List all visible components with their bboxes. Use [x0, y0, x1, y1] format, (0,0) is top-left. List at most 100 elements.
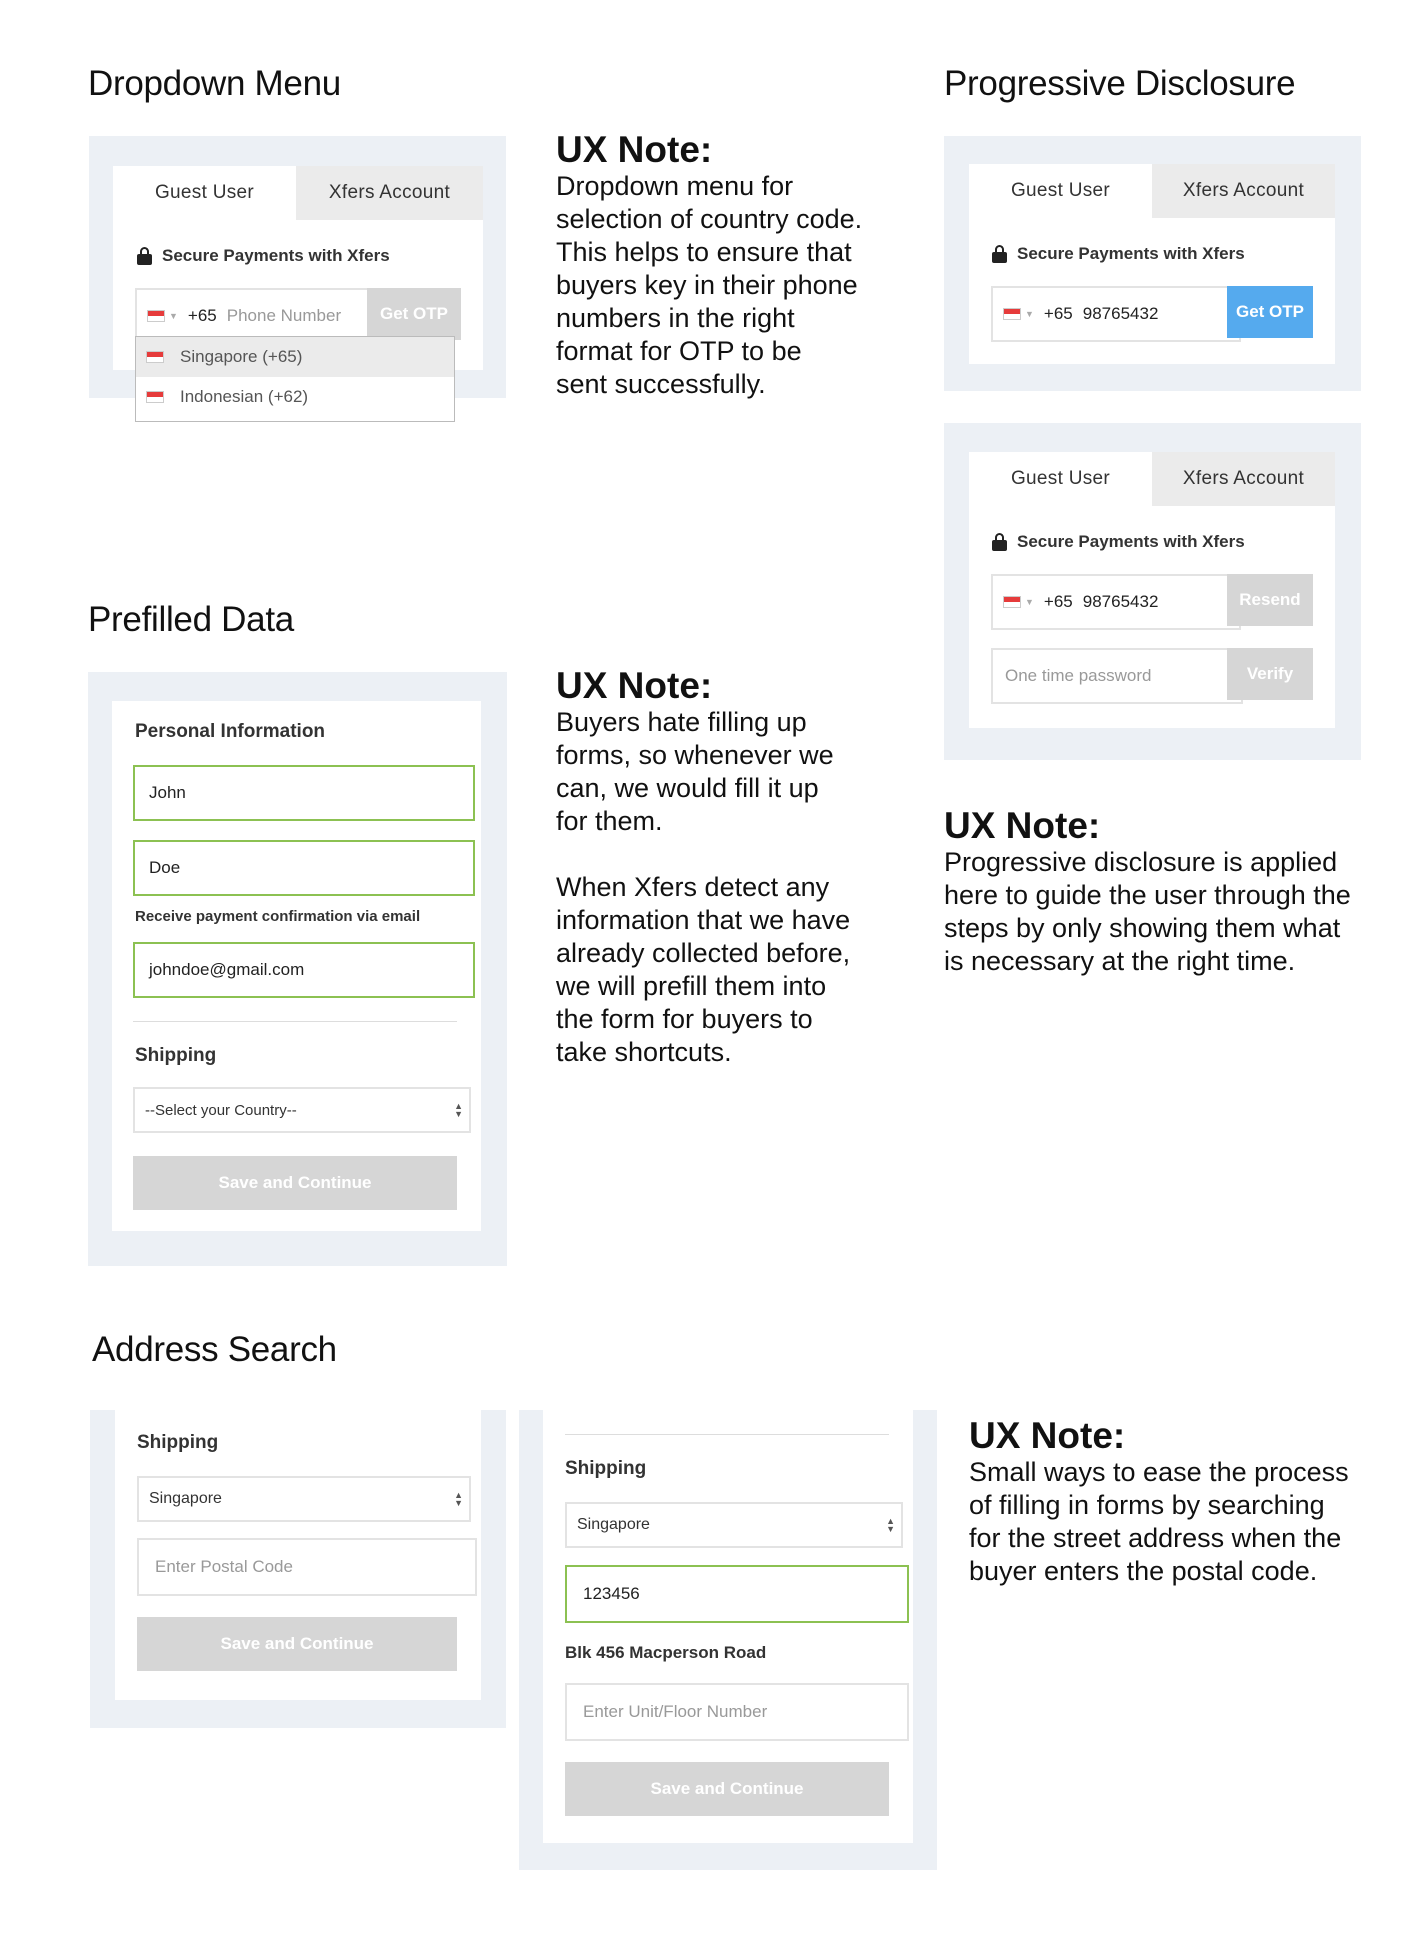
tab-xfers-account[interactable]: Xfers Account — [296, 166, 483, 220]
save-continue-button[interactable]: Save and Continue — [137, 1617, 457, 1671]
section-divider — [133, 1021, 457, 1022]
chevron-down-icon: ▼ — [1025, 597, 1034, 607]
progressive-step2-frame: Guest User Xfers Account Secure Payments… — [944, 423, 1361, 760]
secure-payments-label: Secure Payments with Xfers — [992, 244, 1245, 264]
phone-number-input[interactable]: Phone Number — [227, 306, 341, 326]
tab-xfers-account[interactable]: Xfers Account — [1152, 164, 1335, 218]
ux-note-address: UX Note: Small ways to ease the process … — [969, 1416, 1379, 1588]
section-divider — [565, 1434, 889, 1435]
phone-number-input[interactable]: 98765432 — [1083, 592, 1159, 612]
secure-payments-text: Secure Payments with Xfers — [162, 246, 390, 265]
tab-xfers-account[interactable]: Xfers Account — [1152, 452, 1335, 506]
ux-note-title: UX Note: — [556, 129, 713, 170]
singapore-flag-icon — [1003, 308, 1021, 320]
select-arrows-icon: ▲ ▼ — [886, 1516, 895, 1534]
country-select-value: Singapore — [149, 1490, 222, 1507]
email-label: Receive payment confirmation via email — [135, 908, 421, 925]
phone-number-input[interactable]: 98765432 — [1083, 304, 1159, 324]
country-code: +65 — [1043, 304, 1073, 323]
prefilled-mockup-frame: Personal Information John Doe Receive pa… — [88, 672, 507, 1266]
country-code: +65 — [1043, 592, 1073, 611]
ux-note-body: Progressive disclosure is applied here t… — [944, 847, 1351, 976]
secure-payments-text: Secure Payments with Xfers — [1017, 244, 1245, 263]
first-name-input[interactable]: John — [133, 765, 475, 821]
personal-info-heading: Personal Information — [135, 721, 326, 742]
country-select[interactable]: Singapore ▲ ▼ — [137, 1476, 471, 1522]
address-step1-frame: Shipping Singapore ▲ ▼ Enter Postal Code … — [90, 1410, 506, 1728]
postal-code-input[interactable]: 123456 — [565, 1565, 909, 1623]
otp-placeholder: One time password — [1005, 666, 1152, 685]
otp-input[interactable]: One time password — [991, 648, 1243, 704]
postal-code-input[interactable]: Enter Postal Code — [137, 1538, 477, 1596]
unit-floor-placeholder: Enter Unit/Floor Number — [583, 1702, 768, 1721]
shipping-heading: Shipping — [135, 1045, 217, 1066]
get-otp-button[interactable]: Get OTP — [367, 288, 461, 340]
street-address: Blk 456 Macperson Road — [565, 1643, 767, 1662]
ux-note-title: UX Note: — [969, 1415, 1126, 1456]
country-code-dropdown[interactable]: ▼ — [1003, 596, 1034, 608]
dropdown-option-singapore[interactable]: Singapore (+65) — [136, 337, 454, 377]
postal-code-placeholder: Enter Postal Code — [155, 1557, 293, 1576]
select-arrows-icon: ▲ ▼ — [454, 1101, 463, 1119]
chevron-down-icon: ▼ — [169, 311, 178, 321]
save-continue-button[interactable]: Save and Continue — [565, 1762, 889, 1816]
tab-guest-user[interactable]: Guest User — [113, 166, 296, 220]
country-code-dropdown[interactable]: ▼ — [147, 310, 178, 322]
tab-guest-user[interactable]: Guest User — [969, 452, 1152, 506]
dropdown-option-label: Indonesian (+62) — [180, 387, 309, 406]
lock-icon — [137, 247, 152, 265]
singapore-flag-icon — [1003, 596, 1021, 608]
phone-field[interactable]: ▼ +65 98765432 — [991, 574, 1241, 630]
progressive-step2-card: Guest User Xfers Account Secure Payments… — [969, 452, 1335, 728]
secure-payments-label: Secure Payments with Xfers — [992, 532, 1245, 552]
ux-note-body: Buyers hate filling up forms, so wheneve… — [556, 707, 851, 1067]
secure-payments-label: Secure Payments with Xfers — [137, 246, 390, 266]
country-code: +65 — [187, 306, 217, 325]
unit-floor-input[interactable]: Enter Unit/Floor Number — [565, 1683, 909, 1741]
country-code-dropdown[interactable]: ▼ — [1003, 308, 1034, 320]
section-title-prefilled: Prefilled Data — [88, 600, 294, 639]
tab-guest-user[interactable]: Guest User — [969, 164, 1152, 218]
singapore-flag-icon — [147, 310, 165, 322]
ux-note-prefilled: UX Note: Buyers hate filling up forms, s… — [556, 666, 886, 1069]
shipping-heading: Shipping — [565, 1458, 647, 1479]
select-arrows-icon: ▲ ▼ — [454, 1490, 463, 1508]
address-step2-frame: Shipping Singapore ▲ ▼ 123456 Blk 456 Mac… — [519, 1410, 937, 1870]
chevron-down-icon: ▼ — [1025, 309, 1034, 319]
save-continue-button[interactable]: Save and Continue — [133, 1156, 457, 1210]
country-select[interactable]: Singapore ▲ ▼ — [565, 1502, 903, 1548]
get-otp-button[interactable]: Get OTP — [1227, 286, 1313, 338]
ux-note-body: Dropdown menu for selection of country c… — [556, 171, 863, 399]
lock-icon — [992, 245, 1007, 263]
last-name-value: Doe — [149, 858, 181, 877]
email-input[interactable]: johndoe@gmail.com — [133, 942, 475, 998]
shipping-heading: Shipping — [137, 1432, 219, 1453]
prefilled-mockup-card: Personal Information John Doe Receive pa… — [112, 701, 481, 1231]
dropdown-option-indonesia[interactable]: Indonesian (+62) — [136, 377, 454, 417]
section-title-dropdown: Dropdown Menu — [88, 64, 341, 103]
country-code-dropdown-list: Singapore (+65) Indonesian (+62) — [135, 336, 455, 422]
ux-note-title: UX Note: — [556, 665, 713, 706]
last-name-input[interactable]: Doe — [133, 840, 475, 896]
address-step2-card: Shipping Singapore ▲ ▼ 123456 Blk 456 Mac… — [543, 1410, 913, 1843]
secure-payments-text: Secure Payments with Xfers — [1017, 532, 1245, 551]
ux-note-body: Small ways to ease the process of fillin… — [969, 1457, 1349, 1586]
resend-button[interactable]: Resend — [1227, 574, 1313, 626]
ux-note-progressive: UX Note: Progressive disclosure is appli… — [944, 806, 1384, 978]
first-name-value: John — [149, 783, 186, 802]
section-title-address: Address Search — [92, 1330, 337, 1369]
singapore-flag-icon — [146, 351, 164, 363]
address-step1-card: Shipping Singapore ▲ ▼ Enter Postal Code … — [115, 1410, 481, 1700]
ux-note-title: UX Note: — [944, 805, 1101, 846]
email-value: johndoe@gmail.com — [149, 960, 305, 979]
verify-button[interactable]: Verify — [1227, 648, 1313, 700]
indonesia-flag-icon — [146, 391, 164, 403]
phone-field[interactable]: ▼ +65 98765432 — [991, 286, 1241, 342]
ux-note-dropdown: UX Note: Dropdown menu for selection of … — [556, 130, 886, 401]
country-select[interactable]: --Select your Country-- ▲ ▼ — [133, 1087, 471, 1133]
dropdown-option-label: Singapore (+65) — [180, 347, 303, 366]
postal-code-value: 123456 — [583, 1584, 640, 1603]
country-select-value: --Select your Country-- — [145, 1101, 297, 1119]
lock-icon — [992, 533, 1007, 551]
section-title-progressive: Progressive Disclosure — [944, 64, 1296, 103]
